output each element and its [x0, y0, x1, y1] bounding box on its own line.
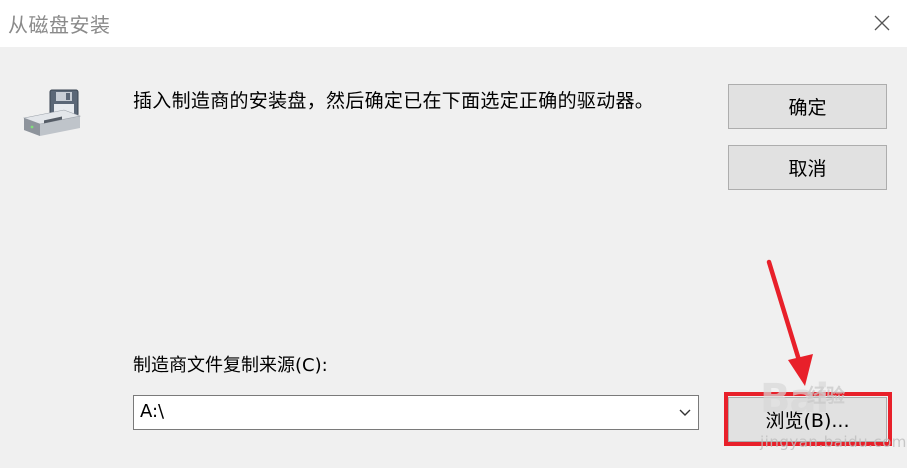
chevron-down-icon[interactable] — [678, 407, 692, 419]
source-path-value[interactable]: A:\ — [140, 401, 164, 422]
title-bar: 从磁盘安装 — [0, 0, 907, 47]
source-path-combobox[interactable]: A:\ — [133, 395, 699, 430]
annotation-arrow-icon — [766, 259, 813, 386]
highlight-box — [724, 392, 892, 446]
instruction-text: 插入制造商的安装盘，然后确定已在下面选定正确的驱动器。 — [133, 90, 655, 112]
close-button[interactable] — [862, 4, 902, 42]
source-field-label: 制造商文件复制来源(C): — [133, 355, 328, 376]
floppy-disk-drive-icon — [22, 89, 82, 136]
ok-button[interactable]: 确定 — [728, 84, 887, 129]
close-icon — [874, 15, 890, 31]
cancel-button[interactable]: 取消 — [728, 145, 887, 190]
window-title: 从磁盘安装 — [8, 13, 111, 37]
